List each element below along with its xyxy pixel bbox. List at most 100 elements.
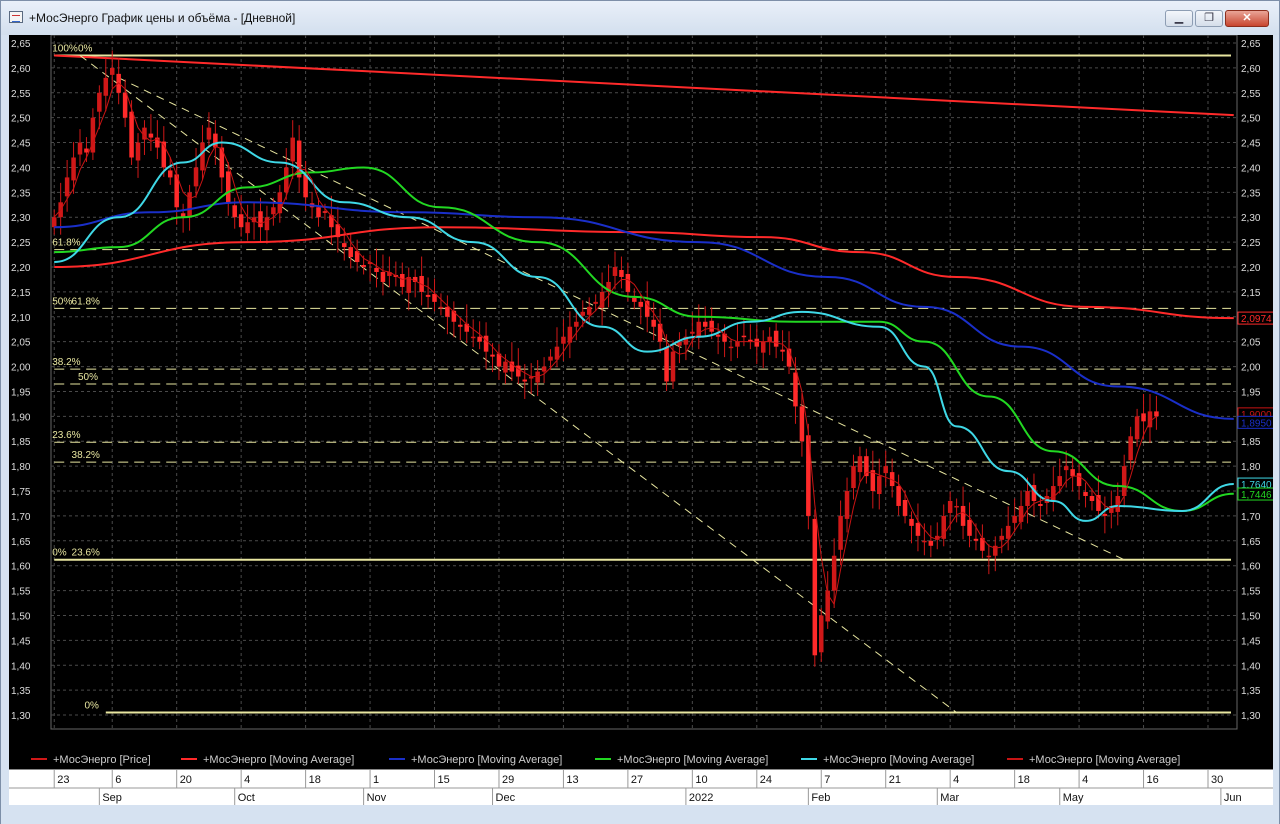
y-tick-label-left: 2,15: [11, 288, 31, 299]
candle-body: [574, 321, 579, 327]
candle-body: [947, 500, 953, 513]
candle-body: [77, 142, 83, 155]
day-tick-label: 23: [57, 774, 69, 786]
candle-body: [1089, 496, 1095, 501]
candle-body: [380, 271, 386, 282]
candle-body: [896, 486, 901, 506]
fib-level-label: 38.2%: [72, 450, 100, 461]
y-tick-label-left: 1,50: [11, 611, 31, 622]
minimize-icon: ▁: [1174, 12, 1184, 24]
restore-icon: ❐: [1204, 12, 1214, 24]
y-tick-label-right: 2,40: [1241, 163, 1261, 174]
moving-average-line: [54, 166, 1234, 512]
month-tick-label: Oct: [238, 792, 255, 804]
candle-body: [1051, 486, 1056, 502]
candle-body: [883, 466, 888, 474]
candle-body: [593, 301, 598, 304]
candle-body: [548, 356, 553, 361]
candle-body: [561, 336, 566, 344]
candle-body: [838, 515, 843, 550]
y-tick-label-right: 2,50: [1241, 114, 1261, 125]
candle-body: [438, 306, 444, 309]
candle-body: [348, 247, 353, 258]
y-tick-label-right: 2,30: [1241, 213, 1261, 224]
candle-body: [122, 92, 128, 118]
candle-body: [522, 379, 528, 382]
candle-body: [1096, 495, 1101, 511]
price-chart-canvas[interactable]: 2,65 2,65 2,60 2,60 2,55 2,55 2,50 2,50 2,45 2,45…: [9, 35, 1273, 769]
candle-body: [213, 133, 218, 148]
candle-body: [644, 300, 650, 317]
y-tick-label-right: 2,00: [1241, 363, 1261, 374]
price-badge-label: 1,7446: [1241, 490, 1272, 501]
candle-body: [470, 336, 476, 339]
candle-body: [296, 140, 302, 178]
fib-level-label: 100%: [52, 43, 78, 54]
candle-body: [1128, 436, 1133, 461]
candle-body: [193, 167, 199, 187]
candle-body: [490, 354, 495, 357]
y-tick-label-right: 1,60: [1241, 562, 1261, 573]
fib-level-label: 0%: [52, 548, 67, 559]
y-tick-label-left: 2,55: [11, 89, 31, 100]
candle-body: [187, 192, 192, 218]
minimize-button[interactable]: ▁: [1165, 10, 1193, 27]
candle-body: [844, 491, 850, 519]
legend-entry: +МосЭнерго [Moving Average]: [823, 754, 974, 766]
candle-body: [374, 268, 379, 272]
candle-body: [1070, 469, 1075, 477]
candle-body: [1025, 491, 1030, 506]
candle-body: [445, 306, 450, 317]
candle-body: [316, 207, 321, 218]
y-tick-label-left: 2,20: [11, 263, 31, 274]
candle-body: [425, 294, 431, 297]
month-tick-label: Feb: [811, 792, 830, 804]
candle-body: [709, 320, 714, 332]
y-tick-label-right: 1,55: [1241, 587, 1261, 598]
candle-body: [483, 335, 489, 352]
legend-entry: +МосЭнерго [Price]: [53, 754, 151, 766]
day-tick-label: 10: [695, 774, 707, 786]
long-trend-line: [54, 54, 1234, 117]
fib-level-label: 61.8%: [72, 296, 100, 307]
y-tick-label-right: 2,65: [1241, 39, 1261, 50]
candle-body: [922, 540, 927, 543]
title-bar[interactable]: +МосЭнерго График цены и объёма - [Дневн…: [1, 1, 1279, 35]
candle-body: [109, 67, 115, 75]
day-tick-label: 30: [1211, 774, 1223, 786]
candle-body: [206, 127, 212, 140]
price-chart[interactable]: 2,65 2,65 2,60 2,60 2,55 2,55 2,50 2,50 2,45 2,45…: [9, 35, 1273, 769]
candle-body: [967, 519, 972, 536]
y-tick-label-left: 1,45: [11, 636, 31, 647]
candle-body: [503, 361, 508, 373]
y-tick-label-left: 1,65: [11, 537, 31, 548]
candle-body: [258, 211, 263, 228]
y-tick-label-left: 1,90: [11, 412, 31, 423]
day-tick-label: 20: [180, 774, 192, 786]
price-badge-label: 1,8950: [1241, 418, 1272, 429]
y-tick-label-right: 1,40: [1241, 661, 1261, 672]
y-tick-label-right: 2,55: [1241, 89, 1261, 100]
candle-body: [690, 331, 695, 334]
time-axis-canvas[interactable]: 23 6 20 4 18 1 15 29 13 27 10 24 7 21 4 18 4 16 30 Sep Oct No…: [9, 770, 1273, 806]
y-tick-label-left: 2,30: [11, 213, 31, 224]
close-button[interactable]: ✕: [1225, 10, 1269, 27]
y-tick-label-left: 2,40: [11, 163, 31, 174]
fib-level-label: 50%: [78, 372, 98, 383]
day-tick-label: 27: [631, 774, 643, 786]
day-tick-label: 15: [438, 774, 450, 786]
candle-body: [999, 535, 1004, 540]
candle-body: [760, 341, 766, 353]
window-title: +МосЭнерго График цены и объёма - [Дневн…: [29, 11, 296, 25]
y-tick-label-left: 1,30: [11, 711, 31, 722]
candle-body: [793, 372, 798, 407]
restore-button[interactable]: ❐: [1195, 10, 1223, 27]
candle-body: [702, 321, 708, 327]
candle-body: [225, 171, 231, 203]
y-tick-label-left: 1,55: [11, 587, 31, 598]
chart-app-icon[interactable]: [9, 11, 23, 23]
time-axis[interactable]: 23 6 20 4 18 1 15 29 13 27 10 24 7 21 4 18 4 16 30 Sep Oct No…: [9, 769, 1273, 806]
candle-body: [831, 555, 837, 591]
candle-body: [97, 92, 102, 112]
close-icon: ✕: [1242, 12, 1252, 24]
